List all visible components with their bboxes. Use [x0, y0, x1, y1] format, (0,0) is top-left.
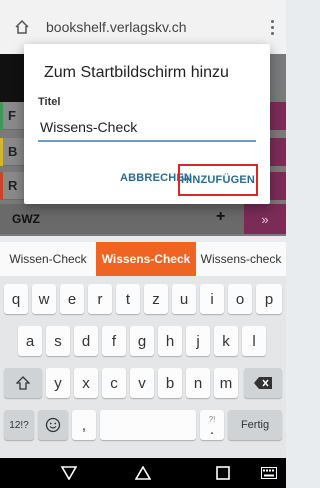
add-button[interactable]: HINZUFÜGEN — [178, 164, 258, 196]
key[interactable]: v — [130, 368, 154, 398]
home-icon — [15, 19, 29, 34]
row-letter: B — [8, 144, 18, 159]
key[interactable]: w — [32, 284, 56, 314]
home-nav-button[interactable] — [130, 458, 156, 488]
shift-icon — [16, 376, 30, 390]
key[interactable]: t — [116, 284, 140, 314]
key[interactable]: a — [18, 326, 42, 356]
keyboard: q w e r t z u i o p a s d f g h j k l y … — [0, 276, 286, 458]
key[interactable]: n — [186, 368, 210, 398]
gwz-action: » — [244, 204, 286, 234]
suggestion-item[interactable]: Wissen-Check — [0, 242, 96, 276]
row-color-stripe — [0, 172, 3, 200]
key[interactable]: r — [88, 284, 112, 314]
key[interactable]: y — [46, 368, 70, 398]
key[interactable]: u — [172, 284, 196, 314]
key[interactable]: d — [74, 326, 98, 356]
row-color-stripe — [0, 138, 3, 166]
gwz-label: GWZ — [12, 212, 40, 226]
url-text[interactable]: bookshelf.verlagskv.ch — [44, 19, 258, 35]
done-key[interactable]: Fertig — [228, 410, 282, 440]
system-nav-bar — [0, 458, 286, 488]
space-key[interactable] — [100, 410, 196, 440]
key[interactable]: m — [214, 368, 238, 398]
key[interactable]: z — [144, 284, 168, 314]
key[interactable]: e — [60, 284, 84, 314]
title-field-label: Titel — [38, 96, 61, 108]
shift-key[interactable] — [4, 368, 42, 398]
numbers-key-label: 12!? — [9, 419, 29, 431]
key[interactable]: i — [200, 284, 224, 314]
period-key-label: . — [209, 421, 215, 438]
done-key-label: Fertig — [240, 419, 270, 431]
key[interactable]: q — [4, 284, 28, 314]
suggestion-strip: Wissen-Check Wissens-Check Wissens-check — [0, 242, 286, 276]
keyboard-icon — [261, 467, 277, 479]
emoji-icon — [45, 417, 61, 433]
home-triangle-icon — [135, 466, 151, 480]
list-item-gwz: GWZ + » — [0, 204, 286, 234]
plus-icon: + — [216, 208, 226, 225]
period-key[interactable]: ?! . — [200, 410, 224, 440]
key[interactable]: h — [158, 326, 182, 356]
key[interactable]: k — [214, 326, 238, 356]
add-to-homescreen-dialog: Zum Startbildschirm hinzu Titel ABBRECHE… — [24, 44, 270, 204]
key[interactable]: j — [186, 326, 210, 356]
backspace-icon — [254, 377, 272, 389]
keyboard-switch-button[interactable] — [258, 458, 280, 488]
key[interactable]: p — [256, 284, 282, 314]
key[interactable]: c — [102, 368, 126, 398]
recents-button[interactable] — [210, 458, 236, 488]
key[interactable]: f — [102, 326, 126, 356]
back-button[interactable] — [56, 458, 82, 488]
key[interactable]: g — [130, 326, 154, 356]
key[interactable]: b — [158, 368, 182, 398]
suggestion-item[interactable]: Wissens-check — [196, 242, 286, 276]
row-letter: F — [8, 108, 16, 123]
backspace-key[interactable] — [244, 368, 282, 398]
emoji-key[interactable] — [38, 410, 68, 440]
key[interactable]: x — [74, 368, 98, 398]
key[interactable]: o — [228, 284, 252, 314]
row-letter: R — [8, 178, 18, 193]
back-triangle-icon — [61, 466, 77, 480]
forward-icon: » — [261, 211, 269, 227]
suggestion-item-selected[interactable]: Wissens-Check — [96, 242, 196, 276]
dialog-title: Zum Startbildschirm hinzu — [44, 64, 229, 81]
key[interactable]: l — [242, 326, 266, 356]
row-color-stripe — [0, 102, 3, 130]
comma-key[interactable]: , — [72, 410, 96, 440]
recents-square-icon — [216, 466, 230, 480]
key[interactable]: s — [46, 326, 70, 356]
title-input[interactable] — [38, 114, 256, 142]
numbers-key[interactable]: 12!? — [4, 410, 34, 440]
